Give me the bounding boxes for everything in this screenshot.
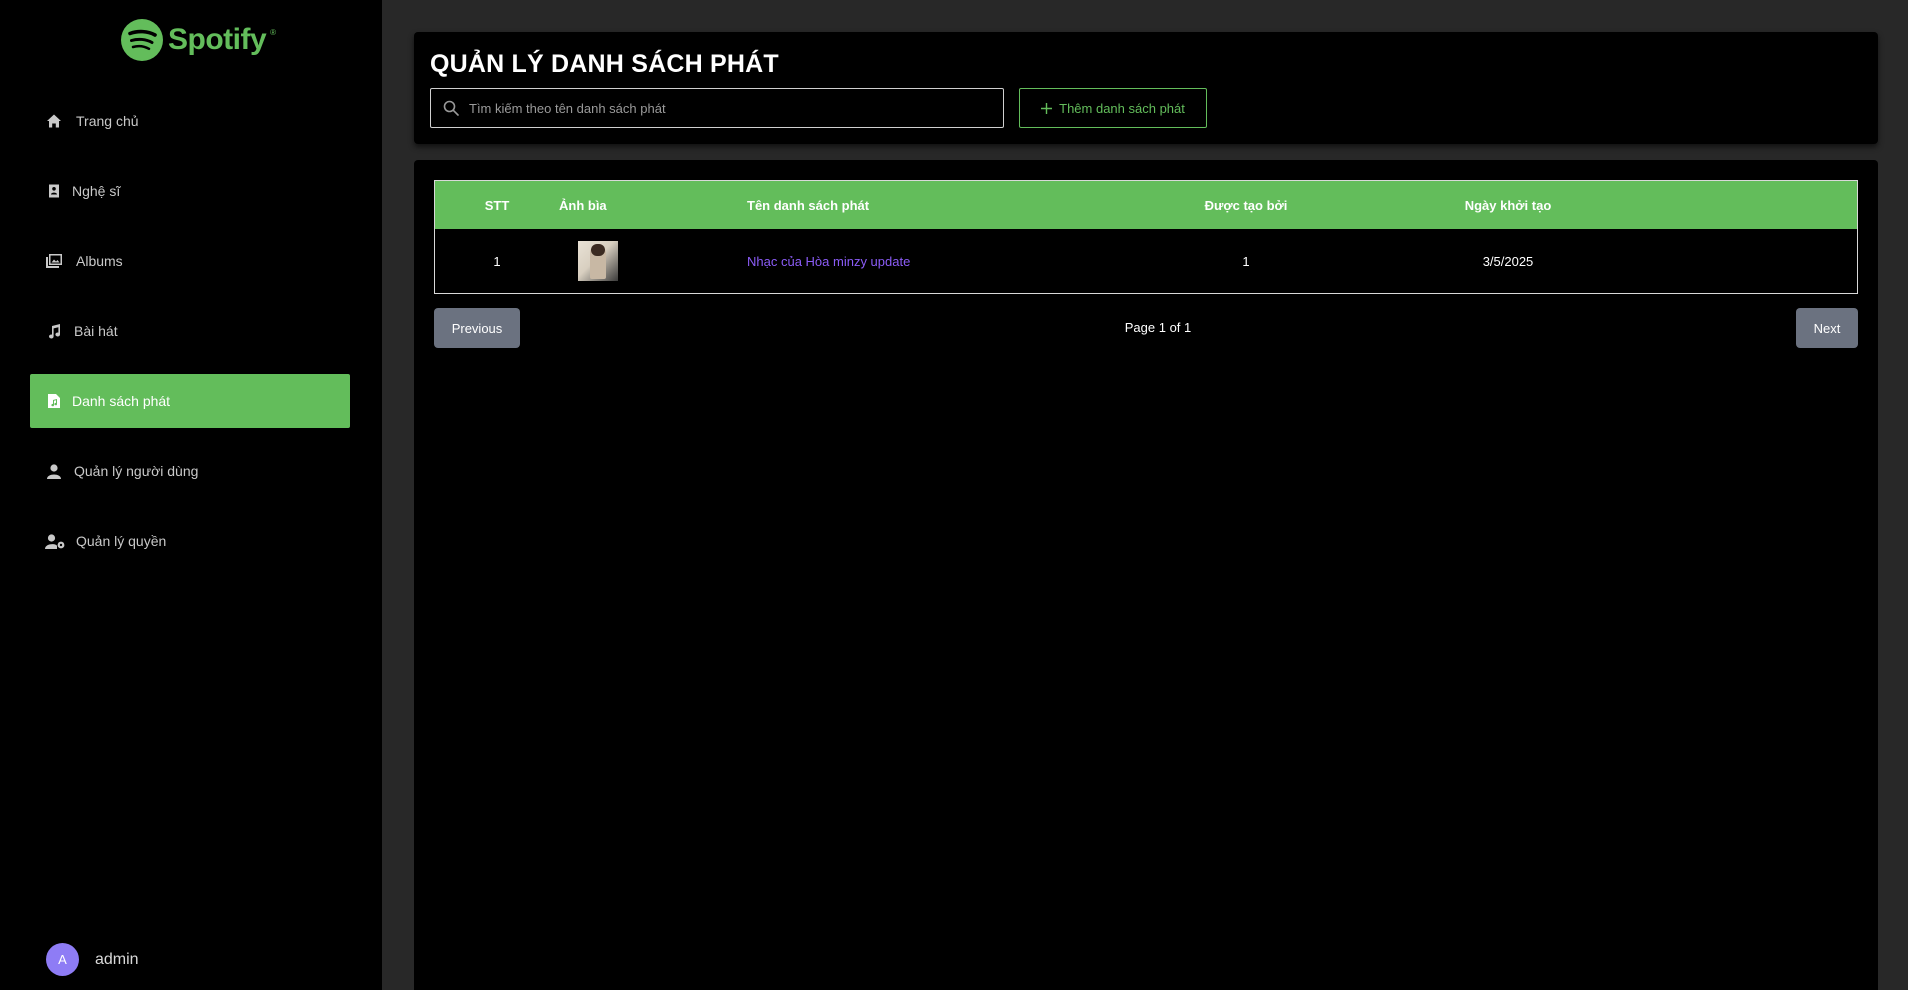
column-header-stt: STT: [484, 197, 510, 213]
search-box[interactable]: [430, 88, 1004, 128]
column-header-cover: Ảnh bìa: [559, 197, 607, 213]
search-icon: [443, 100, 459, 116]
sidebar-item-label: Nghệ sĩ: [72, 183, 121, 199]
avatar[interactable]: A: [46, 943, 79, 976]
music-note-icon: [44, 321, 64, 341]
sidebar-item-songs[interactable]: Bài hát: [30, 304, 350, 358]
cell-name: Nhạc của Hòa minzy update: [637, 254, 1123, 269]
cell-created-at: 3/5/2025: [1482, 253, 1534, 269]
sidebar-item-label: Quản lý người dùng: [74, 463, 199, 479]
artist-icon: [44, 181, 64, 201]
user-icon: [44, 461, 64, 481]
cover-figure-hair: [591, 244, 605, 256]
sidebar-item-label: Danh sách phát: [72, 393, 171, 409]
sidebar: Spotify ® Trang chủ Nghệ sĩ Albums Bài h…: [0, 0, 382, 990]
user-permission-icon: [44, 531, 66, 551]
table-header: STT Ảnh bìa Tên danh sách phát Được tạo …: [435, 181, 1857, 229]
column-header-created-by: Được tạo bởi: [1204, 197, 1288, 213]
brand-tm: ®: [270, 28, 277, 37]
sidebar-nav: Trang chủ Nghệ sĩ Albums Bài hát Danh sá…: [30, 94, 350, 584]
user-profile[interactable]: A admin: [46, 943, 139, 976]
home-icon: [44, 111, 64, 131]
playlist-table: STT Ảnh bìa Tên danh sách phát Được tạo …: [434, 180, 1858, 294]
table-row[interactable]: 1 Nhạc của Hòa minzy update 1 3/5/2025: [435, 229, 1857, 293]
playlist-cover-image[interactable]: [578, 241, 618, 281]
sidebar-item-label: Quản lý quyền: [76, 533, 167, 549]
sidebar-item-label: Trang chủ: [76, 113, 139, 129]
cell-stt: 1: [493, 253, 501, 269]
brand-name: Spotify: [168, 23, 267, 56]
sidebar-item-user-management[interactable]: Quản lý người dùng: [30, 444, 350, 498]
page-title: QUẢN LÝ DANH SÁCH PHÁT: [430, 50, 779, 78]
add-playlist-label: Thêm danh sách phát: [1059, 100, 1185, 116]
header-card: QUẢN LÝ DANH SÁCH PHÁT Thêm danh sách ph…: [414, 32, 1878, 144]
sidebar-item-playlists[interactable]: Danh sách phát: [30, 374, 350, 428]
add-playlist-button[interactable]: Thêm danh sách phát: [1019, 88, 1207, 128]
user-name: admin: [95, 950, 139, 968]
pagination: Previous Page 1 of 1 Next: [434, 308, 1858, 348]
column-header-created-at: Ngày khởi tạo: [1464, 197, 1552, 213]
playlist-name-link[interactable]: Nhạc của Hòa minzy update: [747, 254, 910, 269]
next-button[interactable]: Next: [1796, 308, 1858, 348]
content-card: STT Ảnh bìa Tên danh sách phát Được tạo …: [414, 160, 1878, 990]
album-icon: [44, 251, 64, 271]
column-header-name: Tên danh sách phát: [747, 197, 870, 213]
sidebar-item-permissions[interactable]: Quản lý quyền: [30, 514, 350, 568]
plus-icon: [1041, 102, 1053, 114]
spotify-logo-icon: [121, 19, 163, 61]
sidebar-item-label: Albums: [76, 253, 123, 269]
page-info: Page 1 of 1: [1124, 320, 1192, 335]
sidebar-item-artists[interactable]: Nghệ sĩ: [30, 164, 350, 218]
sidebar-item-label: Bài hát: [74, 323, 118, 339]
cell-created-by: 1: [1242, 253, 1250, 269]
spotify-logo[interactable]: Spotify ®: [120, 18, 276, 62]
cell-cover: [559, 241, 637, 281]
sidebar-item-albums[interactable]: Albums: [30, 234, 350, 288]
playlist-icon: [44, 391, 64, 411]
search-input[interactable]: [469, 100, 989, 116]
sidebar-item-home[interactable]: Trang chủ: [30, 94, 350, 148]
